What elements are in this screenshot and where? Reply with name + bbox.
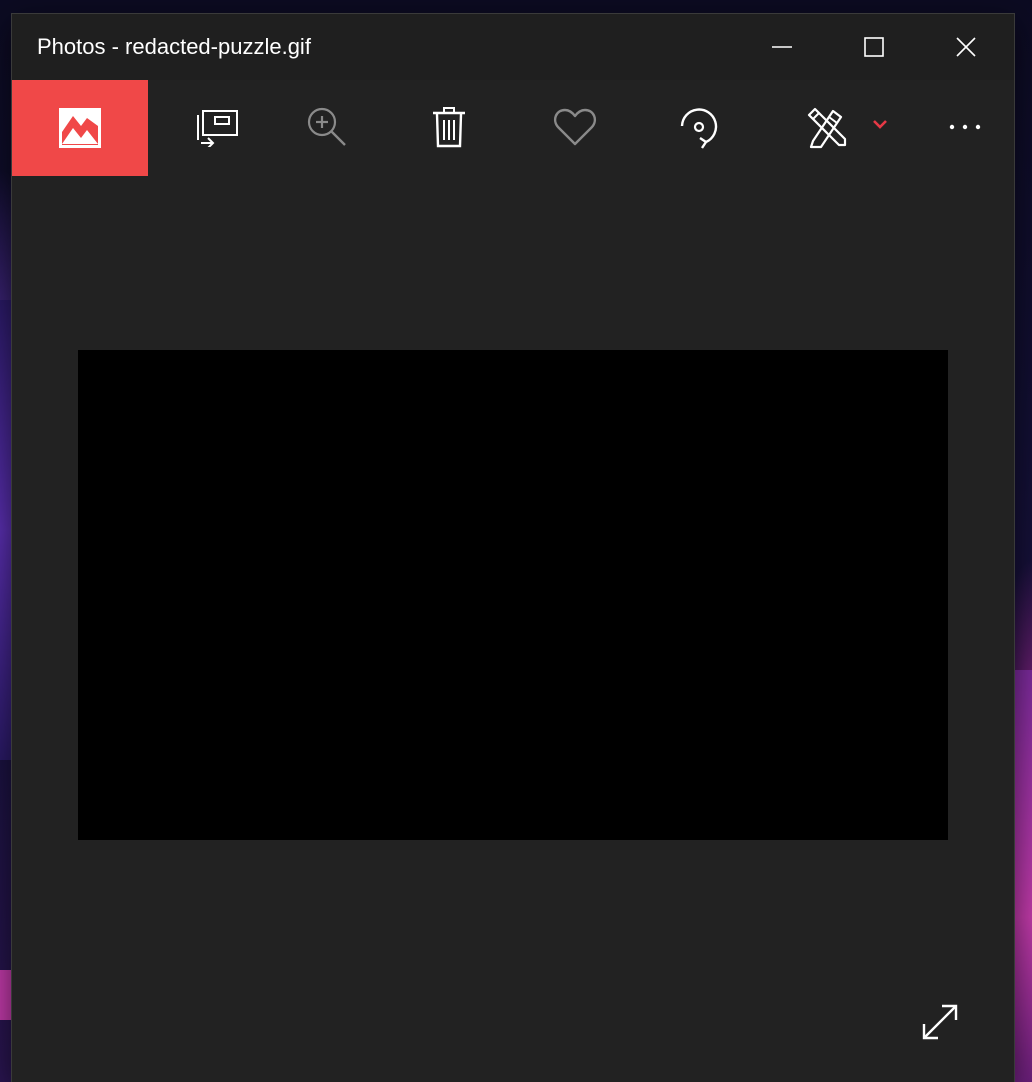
heart-icon [554, 108, 596, 146]
fullscreen-button[interactable] [912, 994, 968, 1050]
edit-pencil-icon [807, 107, 847, 149]
expand-diagonal-icon [922, 1004, 958, 1040]
edit-create-button[interactable] [792, 80, 902, 174]
zoom-in-icon [307, 107, 346, 146]
displayed-image[interactable] [78, 350, 948, 840]
photo-viewer [12, 174, 1014, 1082]
image-icon [59, 108, 101, 148]
chevron-down-icon [873, 120, 887, 129]
title-bar[interactable]: Photos - redacted-puzzle.gif [12, 14, 1014, 80]
window-title: Photos - redacted-puzzle.gif [37, 34, 311, 59]
maximize-icon [864, 37, 884, 57]
rotate-button[interactable] [654, 80, 744, 174]
maximize-button[interactable] [828, 14, 920, 80]
photos-window: Photos - redacted-puzzle.gif [12, 14, 1014, 1082]
close-icon [956, 37, 976, 57]
trash-icon [433, 107, 465, 148]
minimize-button[interactable] [736, 14, 828, 80]
slideshow-button[interactable] [172, 80, 262, 174]
favorite-button[interactable] [530, 80, 620, 174]
more-ellipsis-icon [949, 124, 981, 130]
wallpaper-accent-left-lower [0, 970, 12, 1020]
close-button[interactable] [920, 14, 1012, 80]
see-all-photos-button[interactable] [12, 80, 148, 176]
see-more-button[interactable] [922, 80, 1008, 174]
delete-button[interactable] [404, 80, 494, 174]
wallpaper-accent-left [0, 300, 12, 760]
slideshow-icon [197, 110, 238, 147]
wallpaper-accent-right [1014, 670, 1032, 1082]
minimize-icon [772, 46, 792, 48]
toolbar [12, 80, 1014, 176]
rotate-icon [680, 108, 718, 149]
zoom-button[interactable] [282, 80, 372, 174]
